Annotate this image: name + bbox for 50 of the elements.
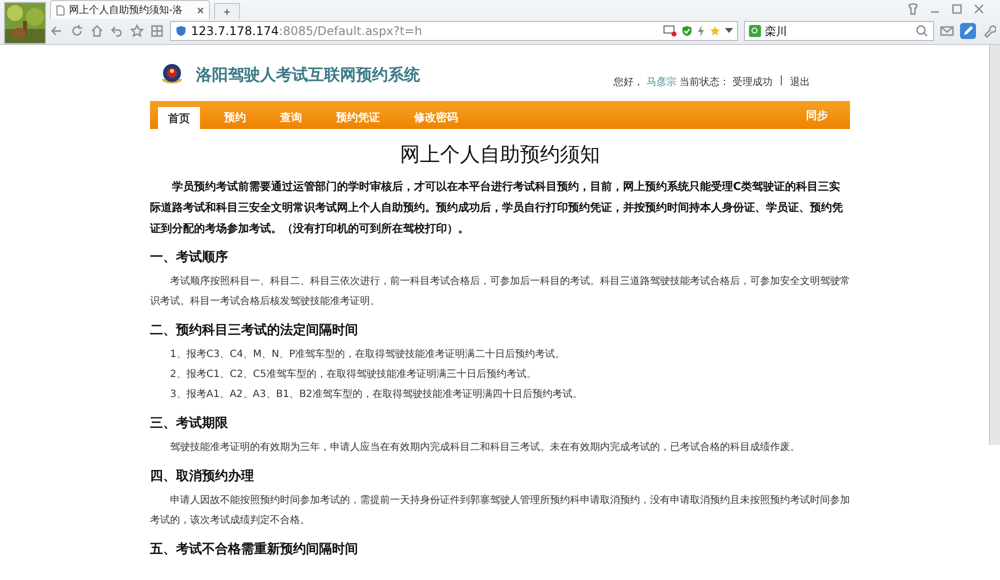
search-field[interactable]: 栾川 (744, 21, 934, 41)
close-icon[interactable] (972, 2, 986, 16)
list-item: 1、报考C3、C4、M、N、P准驾车型的，在取得驾驶技能准考证明满二十日后预约考试。 (170, 348, 566, 362)
screen-icon[interactable] (663, 25, 677, 37)
shield-icon (175, 25, 187, 37)
browser-tab[interactable]: 网上个人自助预约须知-洛 (50, 0, 210, 19)
page-icon (56, 4, 65, 16)
home-icon[interactable] (90, 24, 104, 38)
separator-text: | (780, 75, 783, 88)
close-icon[interactable] (197, 6, 204, 14)
list-item: 3、报考A1、A2、A3、B1、B2准驾车型的，在取得驾驶技能准考证明满四十日后预约考试。 (170, 388, 584, 402)
mail-icon[interactable] (940, 24, 954, 38)
undo-icon[interactable] (110, 24, 124, 38)
section-heading: 四、取消预约办理 (150, 468, 255, 485)
search-icon[interactable] (915, 24, 929, 38)
section-paragraph: 考试顺序按照科目一、科目二、科目三依次进行，前一科目考试合格后，可参加后一科目的考试。科目三道路驾驶技能考试合格后，可参加安全文明驾驶常识考试。科目一考试合格后核发驾驶技能准考证明。 (150, 274, 850, 309)
url-text: 123.7.178.174:8085/Default.aspx?t=h (191, 24, 422, 38)
tab-title: 网上个人自助预约须知-洛 (69, 4, 184, 17)
dropdown-icon[interactable] (725, 28, 733, 34)
lightning-icon[interactable] (697, 25, 705, 37)
site-title: 洛阳驾驶人考试互联网预约系统 (196, 64, 420, 86)
reload-icon[interactable] (70, 24, 84, 38)
user-link[interactable]: 马彦宗 (646, 75, 677, 89)
shield-check-icon[interactable] (681, 25, 693, 37)
list-item: 2、报考C1、C2、C5准驾车型的，在取得驾驶技能准考证明满三十日后预约考试。 (170, 368, 538, 382)
logout-link[interactable]: 退出 (790, 75, 810, 89)
back-icon[interactable] (50, 24, 64, 38)
section-heading: 五、考试不合格需重新预约间隔时间 (150, 540, 359, 558)
status-label: 当前状态： (680, 76, 730, 89)
address-bar[interactable]: 123.7.178.174:8085/Default.aspx?t=h (170, 21, 738, 41)
star-icon[interactable] (130, 24, 144, 38)
grid-icon[interactable] (150, 24, 164, 38)
section-paragraph: 申请人因故不能按照预约时间参加考试的，需提前一天持身份证件到郭寨驾驶人管理所预约科申请取消预约，没有申请取消预约且未按照预约考试时间参加考试的，该次考试成绩判定不合格。 (150, 494, 850, 528)
nav-tab[interactable]: 首页 (158, 107, 200, 129)
status-value: 受理成功 (732, 76, 773, 89)
section-paragraph: 驾驶技能准考证明的有效期为三年，申请人应当在有效期内完成科目二和科目三考试。未在有效期内完成考试的，已考试合格的科目成绩作废。 (169, 440, 801, 455)
greeting-label: 您好， (614, 76, 644, 89)
notice-title: 网上个人自助预约须知 (399, 141, 601, 168)
wrench-icon[interactable] (982, 24, 996, 38)
section-heading: 二、预约科目三考试的法定间隔时间 (150, 322, 359, 339)
new-tab-button[interactable]: + (214, 3, 240, 19)
maximize-icon[interactable] (950, 2, 964, 16)
scrollbar[interactable] (989, 45, 1000, 445)
intro-paragraph: 学员预约考试前需要通过运管部门的学时审核后，才可以在本平台进行考试科目预约，目前，网上预约系统只能受理C类驾驶证的科目三实际道路考试和科目三安全文明常识考试网上个人自助预约。预约成功后，学员自行打印预约凭证，并按预约时间持本人身份证、学员证、预约凭证到分配的考场参加考试。（没有打印机的可到所在驾校打印）。 (150, 179, 844, 237)
star-icon[interactable] (709, 25, 721, 37)
section-heading: 三、考试期限 (150, 415, 229, 432)
pencil-icon[interactable] (960, 23, 976, 39)
search-engine-icon (749, 25, 761, 37)
shirt-icon[interactable] (906, 2, 920, 16)
section-heading: 一、考试顺序 (150, 248, 229, 266)
